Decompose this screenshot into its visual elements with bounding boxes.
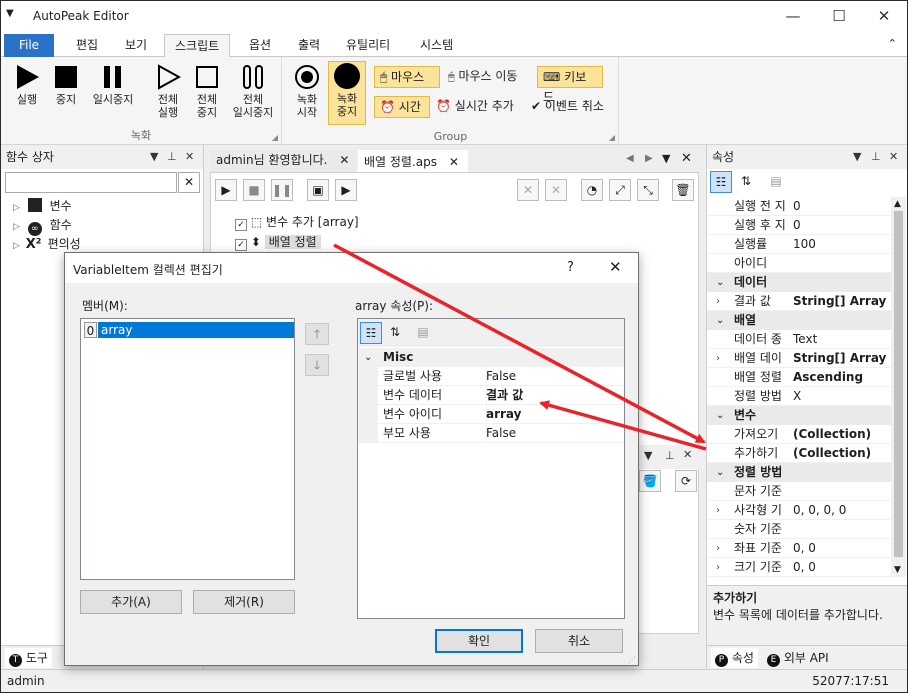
arrow-to-variable-data bbox=[539, 400, 707, 451]
annotation-arrows bbox=[333, 243, 707, 451]
arrow-to-properties bbox=[333, 243, 706, 444]
app-window: ▼ AutoPeak Editor — ☐ ✕ File 편집 보기 스크립트 … bbox=[0, 0, 908, 693]
